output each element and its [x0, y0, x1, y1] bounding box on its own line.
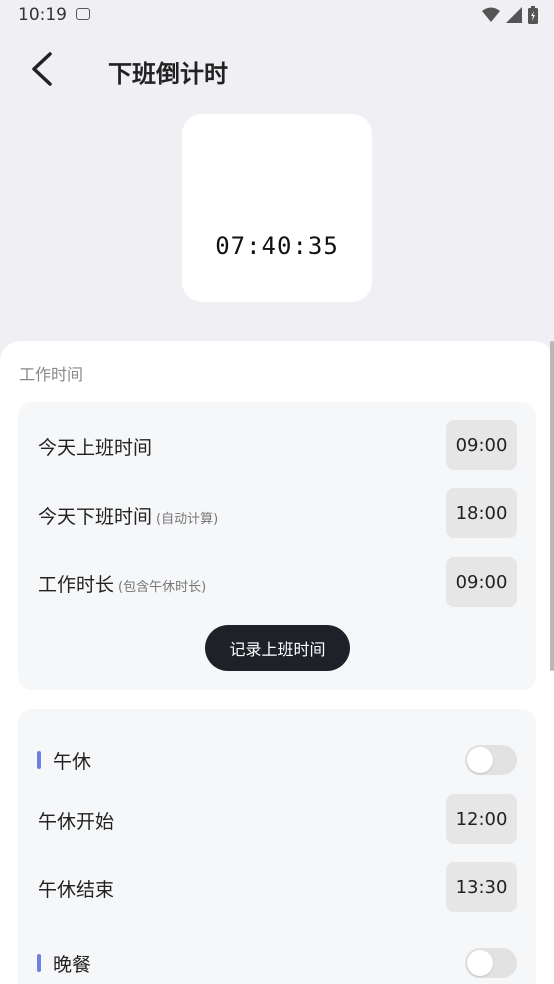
lunch-end-picker[interactable]: 13:30	[446, 862, 517, 912]
dinner-title: 晚餐	[53, 954, 92, 976]
end-time-label-text: 今天下班时间	[38, 506, 153, 528]
status-icons	[482, 6, 538, 24]
breaks-card	[18, 709, 536, 984]
app-bar: 下班倒计时	[0, 36, 554, 102]
notification-icon	[76, 8, 90, 20]
signal-icon	[506, 7, 522, 23]
mascot-card: 07:40:35	[182, 114, 372, 302]
lunch-toggle[interactable]	[465, 745, 517, 775]
lunch-title: 午休	[53, 751, 92, 773]
status-bar: 10:19	[0, 0, 554, 32]
lunch-toggle-knob	[467, 747, 493, 773]
start-time-label-text: 今天上班时间	[38, 437, 153, 459]
end-time-hint: (自动计算)	[156, 512, 219, 527]
chevron-left-icon	[32, 52, 52, 86]
duration-hint: (包含午休时长)	[118, 580, 207, 595]
lunch-accent-bar	[37, 751, 41, 769]
end-time-label: 今天下班时间 (自动计算)	[38, 502, 218, 529]
end-time-picker[interactable]: 18:00	[446, 488, 517, 538]
wifi-icon	[482, 7, 500, 22]
battery-icon	[528, 6, 538, 24]
duration-picker[interactable]: 09:00	[446, 557, 517, 607]
section-label-work: 工作时间	[19, 365, 84, 384]
status-time: 10:19	[18, 5, 67, 25]
back-button[interactable]	[22, 46, 62, 92]
lunch-start-picker[interactable]: 12:00	[446, 794, 517, 844]
scrollbar[interactable]	[550, 341, 554, 671]
lunch-start-label: 午休开始	[38, 811, 115, 833]
dinner-accent-bar	[37, 954, 41, 972]
lunch-end-label: 午休结束	[38, 879, 115, 901]
duration-label: 工作时长 (包含午休时长)	[38, 570, 206, 597]
duration-label-text: 工作时长	[38, 574, 115, 596]
dinner-toggle-knob	[467, 950, 493, 976]
page-title: 下班倒计时	[108, 60, 228, 88]
dinner-toggle[interactable]	[465, 948, 517, 978]
start-time-label: 今天上班时间	[38, 433, 152, 460]
countdown-display: 07:40:35	[215, 232, 339, 260]
start-time-picker[interactable]: 09:00	[446, 420, 517, 470]
record-start-button[interactable]: 记录上班时间	[205, 625, 350, 671]
